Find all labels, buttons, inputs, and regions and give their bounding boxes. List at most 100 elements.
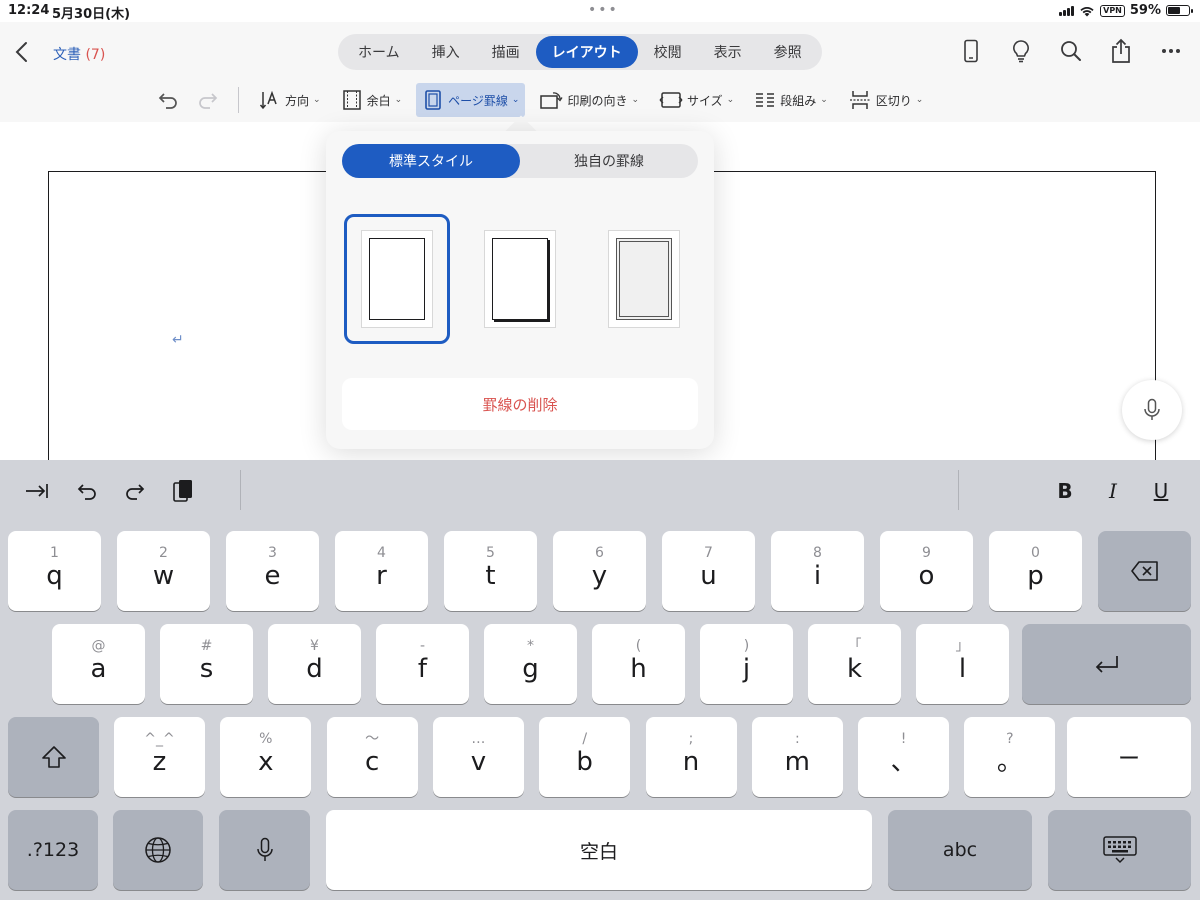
key-letter: u bbox=[700, 561, 717, 591]
segment-custom-border[interactable]: 独自の罫線 bbox=[520, 144, 698, 178]
italic-button[interactable]: I bbox=[1098, 476, 1128, 506]
size-button[interactable]: サイズ ⌄ bbox=[653, 83, 740, 117]
key-7[interactable]: 7u bbox=[662, 531, 755, 611]
multitasking-dots-icon[interactable]: ••• bbox=[588, 2, 619, 18]
margins-button[interactable]: 余白 ⌄ bbox=[335, 83, 409, 117]
key-10[interactable]: 0p bbox=[989, 531, 1082, 611]
redo-icon[interactable] bbox=[120, 476, 150, 506]
text-direction-label: 方向 bbox=[285, 93, 310, 108]
key-1[interactable]: 1q bbox=[8, 531, 101, 611]
key-letter: k bbox=[846, 654, 863, 684]
breaks-icon bbox=[849, 91, 870, 109]
dictate-button[interactable] bbox=[1122, 380, 1182, 440]
chevron-down-icon: ⌄ bbox=[511, 95, 520, 105]
tab-view[interactable]: 表示 bbox=[698, 36, 758, 68]
lightbulb-icon[interactable] bbox=[1008, 38, 1034, 64]
key-3[interactable]: ¥ d bbox=[268, 624, 361, 704]
back-chevron-icon[interactable] bbox=[12, 40, 32, 64]
key-8[interactable]: 「k bbox=[808, 624, 901, 704]
return-key[interactable] bbox=[1022, 624, 1191, 704]
tab-home[interactable]: ホーム bbox=[342, 36, 416, 68]
dash-key[interactable]: ー bbox=[1067, 717, 1191, 797]
border-style-double[interactable] bbox=[591, 214, 697, 344]
breaks-button[interactable]: 区切り ⌄ bbox=[842, 83, 930, 117]
text-direction-button[interactable]: 方向 ⌄ bbox=[253, 83, 327, 117]
search-icon[interactable] bbox=[1058, 38, 1084, 64]
key-4[interactable]: -f bbox=[376, 624, 469, 704]
backspace-key[interactable] bbox=[1098, 531, 1191, 611]
key-2[interactable]: # s bbox=[160, 624, 253, 704]
vpn-badge: VPN bbox=[1100, 4, 1125, 17]
dictation-key[interactable] bbox=[219, 810, 310, 890]
segment-standard-style[interactable]: 標準スタイル bbox=[342, 144, 520, 178]
abc-key[interactable]: abc bbox=[888, 810, 1032, 890]
remove-border-button[interactable]: 罫線の削除 bbox=[342, 378, 698, 430]
shift-key[interactable] bbox=[8, 717, 99, 797]
tab-insert[interactable]: 挿入 bbox=[416, 36, 476, 68]
key-5[interactable]: * g bbox=[484, 624, 577, 704]
phone-icon[interactable] bbox=[958, 38, 984, 64]
key-2[interactable]: 2w bbox=[117, 531, 210, 611]
numbers-key[interactable]: .?123 bbox=[8, 810, 98, 890]
key-6[interactable]: 6y bbox=[553, 531, 646, 611]
key-9[interactable]: ?。 bbox=[964, 717, 1056, 797]
key-hint: : bbox=[794, 731, 800, 747]
underline-button[interactable]: U bbox=[1146, 476, 1176, 506]
hide-keyboard-key[interactable] bbox=[1048, 810, 1191, 890]
tab-key-icon[interactable] bbox=[22, 476, 52, 506]
key-8[interactable]: !、 bbox=[858, 717, 950, 797]
key-letter: p bbox=[1027, 561, 1044, 591]
share-icon[interactable] bbox=[1108, 38, 1134, 64]
page-borders-icon bbox=[425, 90, 441, 110]
orientation-button[interactable]: 印刷の向き ⌄ bbox=[533, 83, 645, 117]
bold-button[interactable]: B bbox=[1050, 476, 1080, 506]
chevron-down-icon: ⌄ bbox=[394, 95, 403, 105]
cellular-signal-icon bbox=[1059, 5, 1075, 16]
space-key[interactable]: 空白 bbox=[326, 810, 872, 890]
key-letter: m bbox=[784, 747, 810, 777]
key-hint: 0 bbox=[1031, 545, 1040, 561]
key-letter: e bbox=[264, 561, 281, 591]
key-letter: s bbox=[199, 654, 214, 684]
key-3[interactable]: 〜 c bbox=[326, 717, 418, 797]
key-letter: t bbox=[485, 561, 496, 591]
redo-button[interactable] bbox=[192, 83, 226, 117]
key-letter: o bbox=[918, 561, 935, 591]
page-borders-button[interactable]: ページ罫線 ⌄ bbox=[416, 83, 526, 117]
key-7[interactable]: :m bbox=[751, 717, 843, 797]
key-5[interactable]: / b bbox=[539, 717, 631, 797]
key-1[interactable]: @ a bbox=[52, 624, 145, 704]
page-thumbnail bbox=[484, 230, 556, 328]
tab-layout[interactable]: レイアウト bbox=[535, 36, 638, 68]
undo-button[interactable] bbox=[150, 83, 184, 117]
return-icon bbox=[1095, 656, 1118, 673]
key-3[interactable]: 3e bbox=[226, 531, 319, 611]
status-bar: 12:24 5月30日(木) ••• VPN 59% bbox=[0, 0, 1200, 22]
border-style-single[interactable] bbox=[344, 214, 450, 344]
key-hint: 5 bbox=[486, 545, 495, 561]
key-5[interactable]: 5t bbox=[444, 531, 537, 611]
paste-icon[interactable] bbox=[168, 476, 198, 506]
tab-draw[interactable]: 描画 bbox=[476, 36, 536, 68]
columns-button[interactable]: 段組み ⌄ bbox=[748, 83, 834, 117]
undo-icon[interactable] bbox=[72, 476, 102, 506]
more-icon[interactable] bbox=[1158, 38, 1184, 64]
tab-references[interactable]: 参照 bbox=[758, 36, 818, 68]
key-8[interactable]: 8i bbox=[771, 531, 864, 611]
key-4[interactable]: 4r bbox=[335, 531, 428, 611]
key-6[interactable]: (h bbox=[592, 624, 685, 704]
key-7[interactable]: ) j bbox=[700, 624, 793, 704]
tab-review[interactable]: 校閲 bbox=[638, 36, 698, 68]
key-hint: @ bbox=[91, 638, 106, 654]
key-9[interactable]: 9o bbox=[880, 531, 973, 611]
document-title[interactable]: 文書 (7) bbox=[53, 44, 105, 64]
key-9[interactable]: 」 l bbox=[916, 624, 1009, 704]
border-style-shadow[interactable] bbox=[467, 214, 573, 344]
key-2[interactable]: % x bbox=[220, 717, 312, 797]
key-4[interactable]: … v bbox=[432, 717, 524, 797]
key-1[interactable]: ^_^ z bbox=[114, 717, 205, 797]
globe-key[interactable] bbox=[113, 810, 203, 890]
key-6[interactable]: ; n bbox=[645, 717, 737, 797]
page-borders-label: ページ罫線 bbox=[448, 93, 508, 108]
page-borders-popover: 標準スタイル 独自の罫線 罫線の削除 bbox=[326, 131, 714, 449]
